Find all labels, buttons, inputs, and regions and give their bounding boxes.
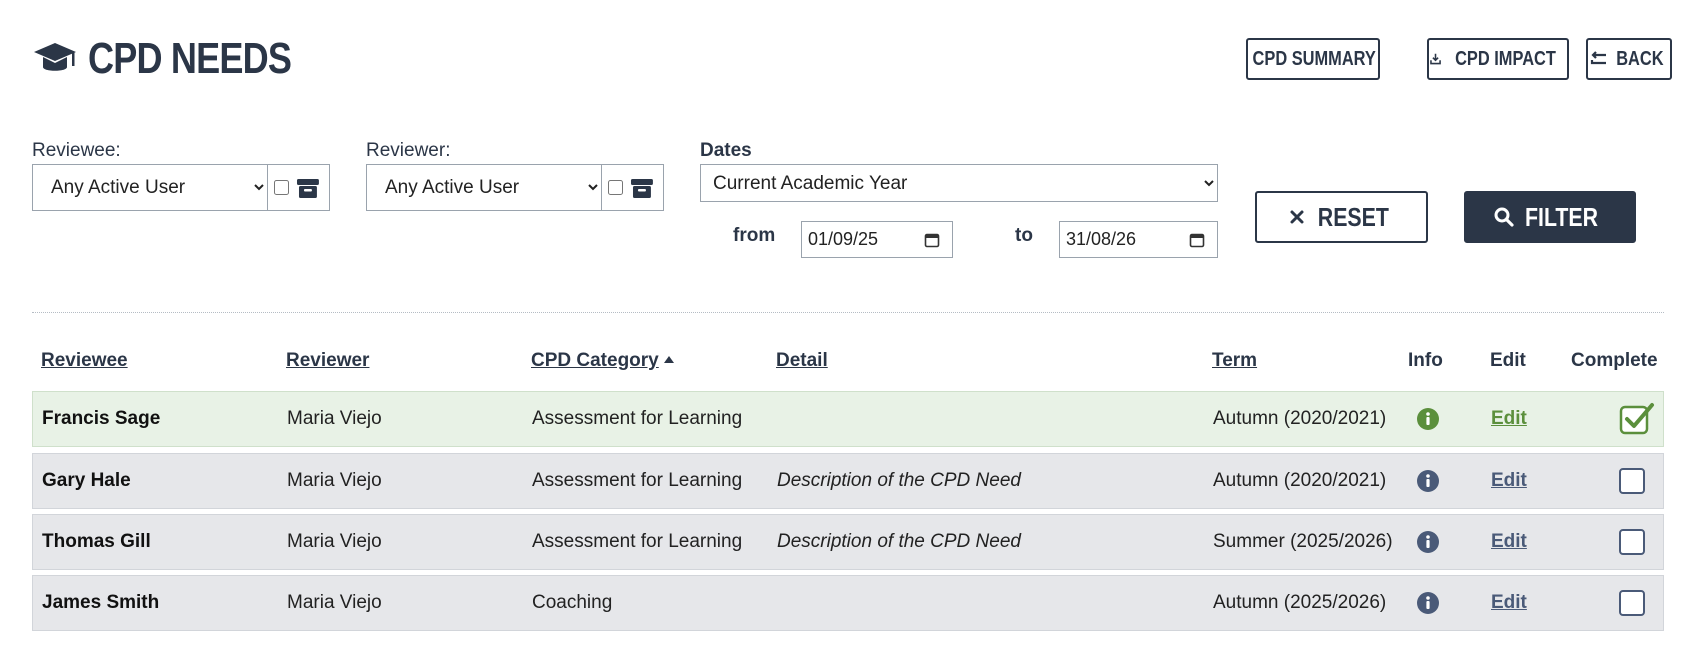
edit-link[interactable]: Edit bbox=[1491, 470, 1527, 492]
reviewee-cell: Thomas Gill bbox=[42, 531, 151, 552]
reviewee-cell: James Smith bbox=[42, 592, 160, 613]
info-cell bbox=[1416, 392, 1440, 446]
table-row: James Smith Maria Viejo Coaching Autumn … bbox=[32, 575, 1664, 631]
cpd-summary-button[interactable]: CPD SUMMARY bbox=[1246, 38, 1380, 80]
from-date-input[interactable] bbox=[808, 229, 908, 250]
column-header-detail[interactable]: Detail bbox=[776, 350, 828, 372]
back-button[interactable]: BACK bbox=[1586, 38, 1672, 80]
page-title: CPD NEEDS bbox=[88, 34, 292, 83]
reviewer-cell: Maria Viejo bbox=[287, 592, 382, 613]
close-icon bbox=[1290, 210, 1304, 224]
edit-cell: Edit bbox=[1491, 392, 1527, 446]
table-row: Thomas Gill Maria Viejo Assessment for L… bbox=[32, 514, 1664, 570]
term-cell: Autumn (2025/2026) bbox=[1213, 592, 1387, 613]
info-icon[interactable] bbox=[1416, 530, 1440, 554]
section-divider bbox=[32, 312, 1664, 313]
reviewee-filter: Any Active User bbox=[32, 164, 330, 211]
filter-label: FILTER bbox=[1525, 201, 1599, 232]
reviewer-filter: Any Active User bbox=[366, 164, 664, 211]
reviewee-select[interactable]: Any Active User bbox=[33, 165, 268, 210]
to-date-input[interactable] bbox=[1066, 229, 1166, 250]
table-row: Francis Sage Maria Viejo Assessment for … bbox=[32, 391, 1664, 447]
category-cell: Assessment for Learning bbox=[532, 470, 743, 491]
info-icon[interactable] bbox=[1416, 469, 1440, 493]
sort-ascending-icon bbox=[663, 356, 674, 363]
complete-checkbox[interactable] bbox=[1619, 590, 1645, 616]
from-label: from bbox=[733, 225, 776, 246]
complete-cell bbox=[1619, 515, 1645, 569]
reviewer-label: Reviewer: bbox=[366, 140, 451, 161]
checked-checkbox-icon[interactable] bbox=[1619, 401, 1655, 437]
to-label: to bbox=[1015, 225, 1033, 246]
edit-link[interactable]: Edit bbox=[1491, 531, 1527, 553]
edit-cell: Edit bbox=[1491, 576, 1527, 630]
reviewee-label: Reviewee: bbox=[32, 140, 121, 161]
divider bbox=[267, 165, 269, 210]
calendar-icon[interactable] bbox=[1189, 232, 1205, 248]
to-date-field[interactable] bbox=[1059, 221, 1218, 258]
edit-link[interactable]: Edit bbox=[1491, 408, 1527, 430]
term-cell: Summer (2025/2026) bbox=[1213, 531, 1393, 552]
column-header-reviewer[interactable]: Reviewer bbox=[286, 350, 369, 372]
search-icon bbox=[1494, 207, 1515, 227]
info-cell bbox=[1416, 576, 1440, 630]
divider bbox=[601, 165, 603, 210]
return-arrow-icon bbox=[1591, 51, 1607, 65]
cpd-summary-label: CPD SUMMARY bbox=[1252, 47, 1376, 70]
reviewer-cell: Maria Viejo bbox=[287, 408, 382, 429]
reviewer-cell: Maria Viejo bbox=[287, 531, 382, 552]
column-header-term[interactable]: Term bbox=[1212, 350, 1257, 372]
column-header-complete: Complete bbox=[1571, 350, 1658, 371]
info-cell bbox=[1416, 515, 1440, 569]
back-label: BACK bbox=[1616, 47, 1664, 70]
complete-checkbox[interactable] bbox=[1619, 468, 1645, 494]
complete-cell bbox=[1619, 392, 1655, 446]
term-cell: Autumn (2020/2021) bbox=[1213, 470, 1387, 491]
edit-cell: Edit bbox=[1491, 454, 1527, 508]
from-date-field[interactable] bbox=[801, 221, 953, 258]
complete-cell bbox=[1619, 454, 1645, 508]
calendar-icon[interactable] bbox=[924, 232, 940, 248]
edit-link[interactable]: Edit bbox=[1491, 592, 1527, 614]
complete-checkbox[interactable] bbox=[1619, 529, 1645, 555]
reviewer-select[interactable]: Any Active User bbox=[367, 165, 602, 210]
detail-cell: Description of the CPD Need bbox=[777, 531, 1021, 552]
info-icon[interactable] bbox=[1416, 407, 1440, 431]
reset-label: RESET bbox=[1317, 201, 1390, 232]
column-header-cpd-category[interactable]: CPD Category bbox=[531, 350, 674, 372]
filter-button[interactable]: FILTER bbox=[1464, 191, 1636, 243]
info-icon[interactable] bbox=[1416, 591, 1440, 615]
download-icon bbox=[1430, 53, 1441, 65]
category-cell: Coaching bbox=[532, 592, 613, 613]
category-cell: Assessment for Learning bbox=[532, 531, 743, 552]
column-header-cpd-category-label: CPD Category bbox=[531, 350, 659, 371]
dates-select[interactable]: Current Academic Year bbox=[700, 164, 1218, 202]
cpd-impact-label: CPD IMPACT bbox=[1455, 47, 1556, 70]
reset-button[interactable]: RESET bbox=[1255, 191, 1428, 243]
term-cell: Autumn (2020/2021) bbox=[1213, 408, 1387, 429]
column-header-info: Info bbox=[1408, 350, 1443, 371]
column-header-edit: Edit bbox=[1490, 350, 1526, 371]
info-cell bbox=[1416, 454, 1440, 508]
reviewee-cell: Gary Hale bbox=[42, 470, 131, 491]
reviewee-include-archived-checkbox[interactable] bbox=[274, 180, 290, 195]
reviewer-include-archived-checkbox[interactable] bbox=[608, 180, 624, 195]
table-row: Gary Hale Maria Viejo Assessment for Lea… bbox=[32, 453, 1664, 509]
reviewee-cell: Francis Sage bbox=[42, 408, 161, 429]
archive-icon bbox=[631, 178, 654, 198]
column-header-reviewee[interactable]: Reviewee bbox=[41, 350, 128, 372]
detail-cell: Description of the CPD Need bbox=[777, 470, 1021, 491]
complete-cell bbox=[1619, 576, 1645, 630]
archive-icon bbox=[297, 178, 320, 198]
graduation-cap-icon bbox=[34, 43, 76, 71]
dates-label: Dates bbox=[700, 140, 752, 161]
page-header: CPD NEEDS bbox=[32, 34, 336, 84]
cpd-impact-button[interactable]: CPD IMPACT bbox=[1427, 38, 1569, 80]
reviewer-cell: Maria Viejo bbox=[287, 470, 382, 491]
edit-cell: Edit bbox=[1491, 515, 1527, 569]
category-cell: Assessment for Learning bbox=[532, 408, 743, 429]
